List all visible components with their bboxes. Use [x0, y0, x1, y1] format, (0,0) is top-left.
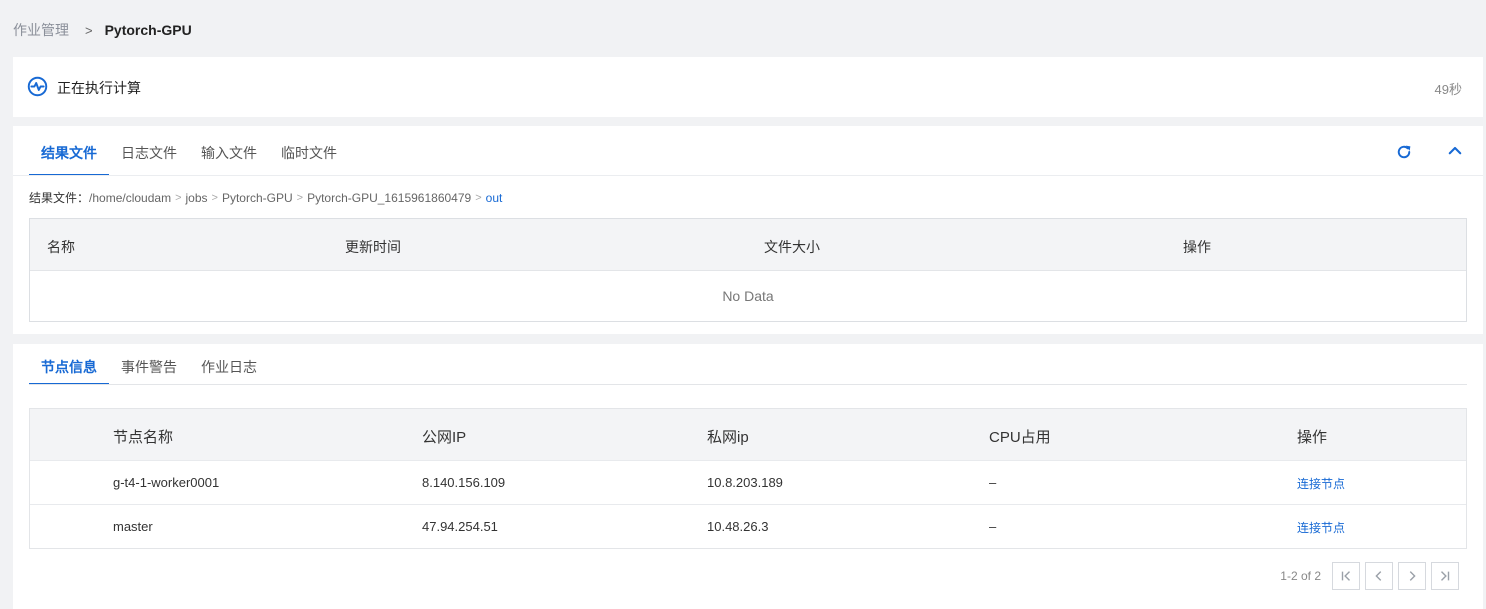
node-name: master — [113, 519, 153, 534]
column-header-name[interactable]: 名称 — [47, 237, 75, 257]
column-header-cpu: CPU占用 — [989, 429, 1051, 446]
last-page-button[interactable] — [1431, 562, 1459, 590]
nodes-tab-bar: 节点信息 事件警告 作业日志 — [29, 356, 269, 385]
connect-node-link[interactable]: 连接节点 — [1297, 475, 1345, 492]
first-page-button[interactable] — [1332, 562, 1360, 590]
node-public-ip: 8.140.156.109 — [422, 475, 506, 490]
tab-node-info[interactable]: 节点信息 — [29, 356, 109, 385]
pagination: 1-2 of 2 — [1280, 562, 1459, 590]
node-name: g-t4-1-worker0001 — [113, 475, 220, 490]
path-segment-current: out — [485, 190, 503, 205]
chevron-right-icon: > — [296, 191, 304, 204]
breadcrumb-current: Pytorch-GPU — [104, 22, 192, 38]
file-path-breadcrumb: 结果文件： /home/cloudam > jobs > Pytorch-GPU… — [29, 189, 502, 206]
tab-divider — [29, 384, 1467, 385]
node-private-ip: 10.48.26.3 — [707, 519, 769, 534]
path-label: 结果文件： — [29, 191, 90, 205]
nodes-panel: 节点信息 事件警告 作业日志 节点名称 公网IP 私网ip CPU占用 操作 g… — [13, 344, 1483, 609]
refresh-icon[interactable] — [1395, 143, 1413, 161]
chevron-up-icon[interactable] — [1446, 142, 1464, 160]
table-row: g-t4-1-worker0001 8.140.156.109 10.8.203… — [30, 460, 1466, 504]
chevron-right-icon: > — [85, 22, 93, 38]
tab-log-files[interactable]: 日志文件 — [109, 142, 189, 176]
page-range-info: 1-2 of 2 — [1280, 569, 1321, 583]
prev-page-button[interactable] — [1365, 562, 1393, 590]
tab-event-warnings[interactable]: 事件警告 — [109, 356, 189, 385]
chevron-right-icon: > — [211, 191, 218, 204]
column-header-public-ip: 公网IP — [422, 429, 467, 446]
job-status-card: 正在执行计算 49秒 — [13, 57, 1483, 117]
next-page-button[interactable] — [1398, 562, 1426, 590]
tab-divider — [13, 175, 1483, 176]
chevron-right-icon: > — [475, 191, 482, 204]
tab-result-files[interactable]: 结果文件 — [29, 142, 109, 176]
tab-job-logs[interactable]: 作业日志 — [189, 356, 269, 385]
nodes-table: 节点名称 公网IP 私网ip CPU占用 操作 g-t4-1-worker000… — [29, 408, 1467, 549]
table-header: 节点名称 公网IP 私网ip CPU占用 操作 — [30, 409, 1466, 460]
tab-input-files[interactable]: 输入文件 — [189, 142, 269, 176]
path-segment[interactable]: Pytorch-GPU — [222, 191, 293, 205]
table-header: 名称 更新时间 文件大小 操作 — [30, 219, 1466, 271]
chevron-right-icon — [1409, 571, 1416, 581]
column-header-size[interactable]: 文件大小 — [764, 237, 820, 257]
tab-temp-files[interactable]: 临时文件 — [269, 142, 349, 176]
node-private-ip: 10.8.203.189 — [707, 475, 783, 490]
elapsed-time: 49秒 — [1434, 82, 1462, 97]
breadcrumb: 作业管理 > Pytorch-GPU — [13, 20, 192, 40]
chevron-left-icon — [1375, 571, 1382, 581]
first-page-icon — [1341, 571, 1350, 581]
breadcrumb-parent-link[interactable]: 作业管理 — [13, 20, 69, 40]
node-cpu-usage: – — [989, 475, 997, 490]
path-segment[interactable]: jobs — [186, 191, 208, 205]
column-header-private-ip: 私网ip — [707, 429, 749, 446]
table-row: master 47.94.254.51 10.48.26.3 – 连接节点 — [30, 504, 1466, 548]
connect-node-link[interactable]: 连接节点 — [1297, 519, 1345, 536]
node-public-ip: 47.94.254.51 — [422, 519, 498, 534]
job-status-text: 正在执行计算 — [57, 80, 141, 96]
files-panel: 结果文件 日志文件 输入文件 临时文件 结果文件： /home/cloudam … — [13, 126, 1483, 334]
chevron-right-icon: > — [175, 191, 182, 204]
path-segment[interactable]: Pytorch-GPU_1615961860479 — [307, 191, 471, 205]
files-table: 名称 更新时间 文件大小 操作 No Data — [29, 218, 1467, 322]
column-header-action: 操作 — [1183, 239, 1211, 255]
empty-state-text: No Data — [722, 288, 774, 304]
column-header-action: 操作 — [1297, 429, 1328, 446]
node-cpu-usage: – — [989, 519, 997, 534]
column-header-node-name: 节点名称 — [113, 429, 174, 446]
files-tab-bar: 结果文件 日志文件 输入文件 临时文件 — [29, 142, 349, 176]
path-segment[interactable]: /home/cloudam — [89, 191, 171, 205]
activity-icon — [27, 76, 48, 97]
last-page-icon — [1441, 571, 1450, 581]
column-header-updated[interactable]: 更新时间 — [345, 237, 401, 257]
